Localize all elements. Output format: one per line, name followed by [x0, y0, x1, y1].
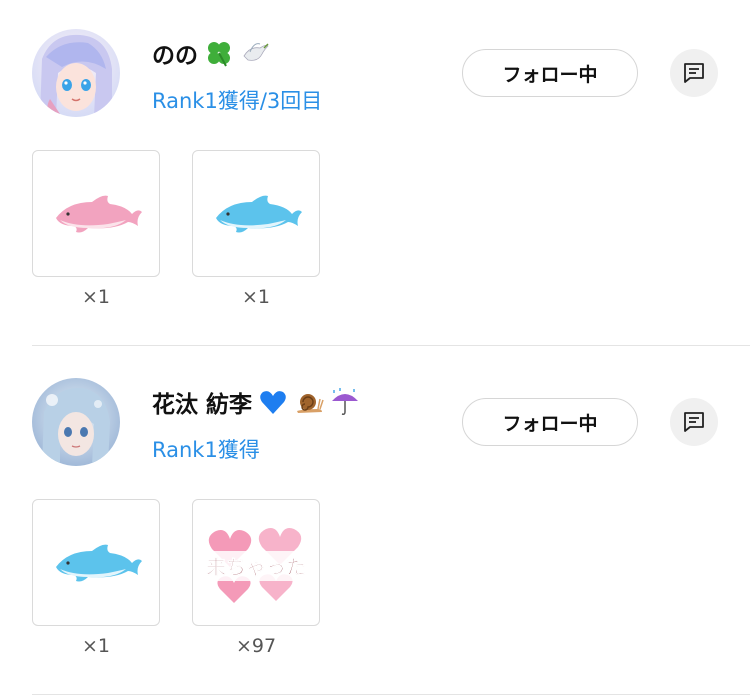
chat-bubble-icon [684, 63, 704, 83]
follower-entry: 花汰 紡李 Rank1獲得 フォロー中 ×1 来ちゃった ×97 [0, 349, 750, 698]
following-button[interactable]: フォロー中 [462, 398, 638, 446]
gift-item[interactable] [192, 150, 320, 277]
sticker-text: 来ちゃった [205, 555, 306, 579]
following-button[interactable]: フォロー中 [462, 49, 638, 97]
gift-item[interactable] [32, 499, 160, 626]
user-name[interactable]: のの [152, 36, 270, 70]
rank-badge-text: Rank1獲得/3回目 [152, 89, 323, 113]
gift-count: ×1 [241, 286, 270, 308]
blue-dolphin-gift-icon [56, 544, 142, 581]
dove-emoji [243, 43, 269, 61]
follower-entry: のの Rank1獲得/3回目 フォロー中 ×1 ×1 [0, 0, 750, 349]
user-name[interactable]: 花汰 紡李 [152, 385, 360, 419]
umbrella-rain-emoji [332, 388, 359, 415]
gift-count: ×1 [81, 635, 110, 657]
user-name-text: のの [152, 43, 198, 69]
pink-dolphin-gift-icon [56, 195, 142, 232]
divider [32, 694, 750, 695]
user-name-text: 花汰 紡李 [152, 392, 253, 418]
gift-item[interactable]: 来ちゃった [192, 499, 320, 626]
avatar[interactable] [32, 29, 120, 117]
four-leaf-clover-emoji [208, 42, 230, 67]
blue-dolphin-gift-icon [216, 195, 302, 232]
kichatta-hearts-sticker-icon: 来ちゃった [205, 527, 306, 603]
message-button[interactable] [670, 49, 718, 97]
divider [32, 345, 750, 346]
blue-heart-emoji [260, 391, 286, 414]
gift-count: ×97 [235, 635, 277, 657]
message-button[interactable] [670, 398, 718, 446]
chat-bubble-icon [684, 412, 704, 432]
avatar[interactable] [32, 378, 120, 466]
snail-emoji [297, 394, 324, 413]
gift-count: ×1 [81, 286, 110, 308]
gift-item[interactable] [32, 150, 160, 277]
rank-badge-text: Rank1獲得 [152, 438, 260, 462]
